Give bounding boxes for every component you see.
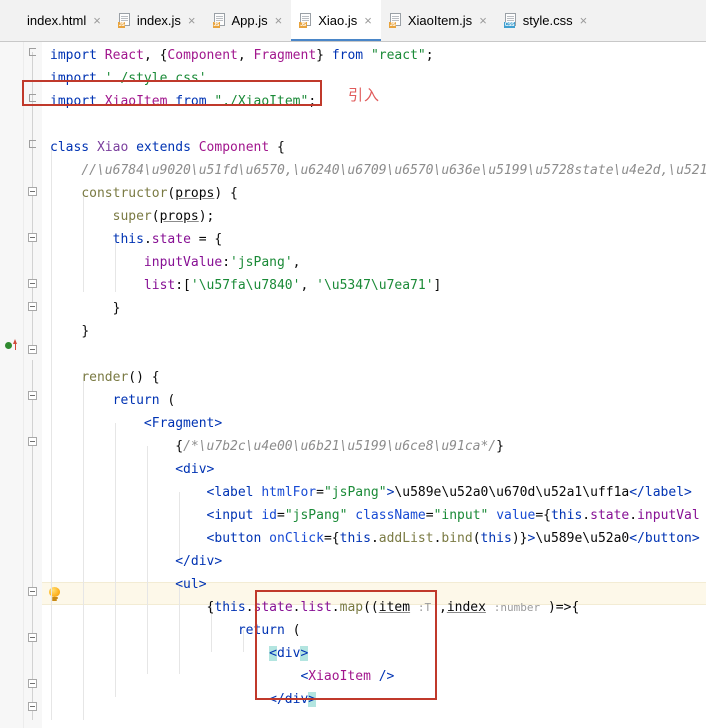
- tab-label: index.js: [136, 13, 181, 28]
- code-line-9: this.state = {: [112, 232, 223, 247]
- code-line-20: <label htmlFor="jsPang">\u589e\u52a0\u67…: [206, 485, 692, 500]
- code-line-18-comment: {/*\u7b2c\u4e00\u6b21\u5199\u6ce8\u91ca*…: [175, 439, 504, 454]
- override-method-icon[interactable]: [5, 339, 20, 351]
- tab-index-js[interactable]: JS index.js ×: [110, 0, 205, 41]
- code-line-21: <input id="jsPang" className="input" val…: [206, 508, 700, 523]
- tab-xiao-js[interactable]: JS Xiao.js ×: [291, 0, 381, 41]
- tab-label: App.js: [231, 13, 268, 28]
- code-editor[interactable]: import React, {Component, Fragment} from…: [0, 42, 706, 728]
- tab-xiaoitem-js[interactable]: JS XiaoItem.js ×: [381, 0, 496, 41]
- fold-handle-class[interactable]: [29, 140, 36, 148]
- code-line-15: render() {: [81, 370, 160, 385]
- code-line-10: inputValue:'jsPang',: [143, 255, 301, 270]
- fold-handle-map-end[interactable]: [28, 679, 37, 688]
- code-line-23: </div>: [175, 554, 223, 569]
- code-line-8: super(props);: [112, 209, 215, 224]
- fold-handle-constructor[interactable]: [28, 187, 37, 196]
- js-file-icon: JS: [388, 13, 403, 28]
- tab-style-css[interactable]: CSS style.css ×: [496, 0, 596, 41]
- fold-handle-ul-end[interactable]: [28, 702, 37, 711]
- code-line-24: <ul>: [175, 577, 207, 592]
- code-folding-gutter[interactable]: [24, 42, 42, 728]
- code-line-13: }: [81, 324, 90, 339]
- fold-handle-constructor-end[interactable]: [28, 302, 37, 311]
- code-line-17: <Fragment>: [143, 416, 223, 431]
- fold-handle-fragment[interactable]: [28, 391, 37, 400]
- js-file-icon: JS: [299, 13, 313, 28]
- code-line-22: <button onClick={this.addList.bind(this)…: [206, 531, 700, 546]
- tab-close-icon[interactable]: ×: [362, 14, 374, 27]
- tab-index-html[interactable]: H index.html ×: [0, 0, 110, 41]
- editor-tab-bar: H index.html × JS index.js × JS App.js ×…: [0, 0, 706, 42]
- code-line-28: <XiaoItem />: [300, 669, 395, 684]
- tab-label: style.css: [522, 13, 573, 28]
- code-line-2: import './style.css': [50, 71, 207, 86]
- code-line-7: constructor(props) {: [81, 186, 238, 201]
- fold-handle-inner-div[interactable]: [28, 587, 37, 596]
- code-line-3: import XiaoItem from "./XiaoItem";: [50, 94, 317, 109]
- js-file-icon: JS: [212, 13, 227, 28]
- editor-window: H index.html × JS index.js × JS App.js ×…: [0, 0, 706, 728]
- code-line-25: {this.state.list.map((item :T ,index :nu…: [206, 600, 580, 615]
- editor-marker-gutter[interactable]: [0, 42, 24, 728]
- code-line-26: return (: [237, 623, 301, 638]
- tab-app-js[interactable]: JS App.js ×: [205, 0, 292, 41]
- tab-label: Xiao.js: [318, 13, 358, 28]
- code-line-6-comment: //\u6784\u9020\u51fd\u6570,\u6240\u6709\…: [81, 163, 706, 178]
- fold-handle-inner-div-end[interactable]: [28, 633, 37, 642]
- fold-handle-import-xiaoitem[interactable]: [29, 94, 36, 102]
- code-line-16: return (: [112, 393, 176, 408]
- tab-label: index.html: [27, 13, 87, 28]
- tab-label: XiaoItem.js: [407, 13, 473, 28]
- code-line-5: class Xiao extends Component {: [50, 140, 285, 155]
- fold-handle-import-react[interactable]: [29, 48, 36, 56]
- code-line-1: import React, {Component, Fragment} from…: [50, 48, 434, 63]
- fold-handle-div[interactable]: [28, 437, 37, 446]
- tab-close-icon[interactable]: ×: [578, 14, 590, 27]
- code-line-12: }: [112, 301, 121, 316]
- code-line-19: <div>: [175, 462, 215, 477]
- js-file-icon: JS: [117, 13, 132, 28]
- fold-handle-state-end[interactable]: [28, 279, 37, 288]
- tab-close-icon[interactable]: ×: [186, 14, 198, 27]
- tab-close-icon[interactable]: ×: [91, 14, 103, 27]
- fold-handle-state[interactable]: [28, 233, 37, 242]
- fold-handle-render[interactable]: [28, 345, 37, 354]
- code-text-area[interactable]: import React, {Component, Fragment} from…: [42, 42, 706, 728]
- css-file-icon: CSS: [503, 13, 518, 28]
- tab-close-icon[interactable]: ×: [273, 14, 285, 27]
- import-note: 引入: [348, 86, 381, 104]
- code-line-29: </div>: [269, 692, 317, 707]
- code-line-11: list:['\u57fa\u7840', '\u5347\u7ea71']: [143, 278, 442, 293]
- code-line-27: <div>: [269, 646, 309, 661]
- tab-close-icon[interactable]: ×: [477, 14, 489, 27]
